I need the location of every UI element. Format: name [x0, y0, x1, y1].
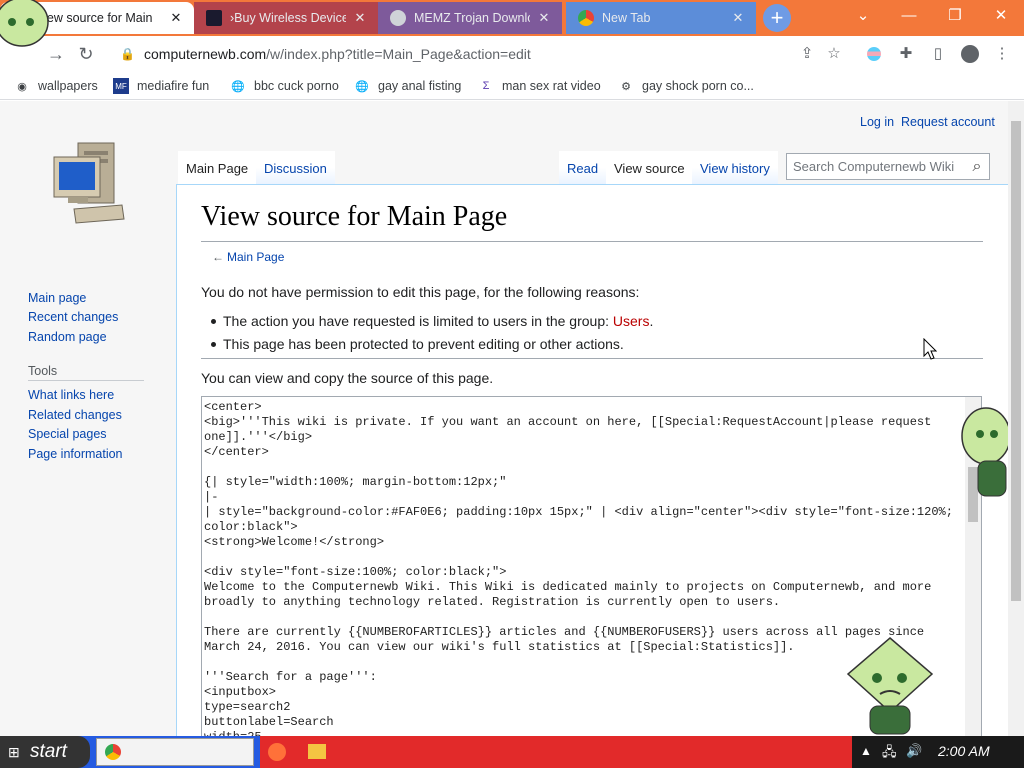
bookmark-rat-video[interactable]: Σman sex rat video [478, 77, 601, 95]
browser-toolbar: → ↻ 🔒 computernewb.com/w/index.php?title… [0, 36, 1024, 72]
tab-new-tab[interactable]: New Tab ✕ [566, 2, 756, 34]
site-icon: ⚙ [621, 80, 631, 93]
sidebar-item-random-page[interactable]: Random page [28, 330, 107, 344]
windows-logo-icon: ⊞ [8, 744, 20, 760]
page-scrollbar[interactable] [1008, 101, 1024, 736]
sidebar-item-page-information[interactable]: Page information [28, 447, 123, 461]
title-divider [201, 241, 983, 242]
users-group-link[interactable]: Users [613, 313, 650, 329]
tab-main-page[interactable]: Main Page [178, 151, 257, 184]
page-scroll-thumb[interactable] [1011, 121, 1021, 601]
globe-icon: ◉ [17, 80, 27, 93]
share-icon[interactable]: ⇪ [795, 42, 819, 66]
taskbar-chrome-window[interactable] [96, 738, 254, 766]
chrome-icon [105, 744, 121, 760]
lock-icon: 🔒 [120, 47, 135, 61]
profile-avatar[interactable] [958, 42, 982, 66]
bullet-icon [211, 319, 216, 324]
reload-icon[interactable]: ↻ [74, 42, 98, 66]
permission-text: You do not have permission to edit this … [201, 284, 640, 300]
back-arrow-icon: ← [212, 250, 224, 264]
bookmark-shock[interactable]: ⚙ gay shock porn co... [618, 77, 754, 95]
view-copy-text: You can view and copy the source of this… [201, 370, 494, 386]
tab-search-icon[interactable]: ⌄ [840, 0, 886, 30]
network-icon[interactable]: 🖧 [882, 743, 897, 765]
menu-icon[interactable]: ⋮ [990, 42, 1014, 66]
bookmarks-bar: ◉ wallpapers MF mediafire fun 🌐 bbc cuck po… [0, 72, 1024, 100]
page-title: View source for Main Page [201, 201, 508, 232]
globe-icon: 🌐 [231, 80, 245, 93]
reasons-divider [201, 358, 983, 359]
search-box: Search Computernewb Wiki ⌕ [786, 153, 990, 180]
close-window-button[interactable]: ✕ [978, 0, 1024, 30]
mouse-cursor-icon [923, 338, 937, 360]
chrome-icon [578, 10, 594, 26]
bookmark-star-icon[interactable]: ☆ [822, 42, 846, 66]
taskbar: ⊞ start ▲ 🖧 🔊 2:00 AM [0, 736, 1024, 768]
side-panel-icon[interactable]: ▯ [926, 42, 950, 66]
bullet-icon [211, 342, 216, 347]
peridot-sticker-side [961, 407, 1008, 497]
mediafire-icon: MF [113, 78, 129, 94]
shop-icon [206, 10, 222, 26]
backlink[interactable]: ← Main Page [212, 250, 284, 264]
tab-view-history[interactable]: View history [692, 151, 778, 184]
profile-flag-icon[interactable] [862, 42, 886, 66]
reason-groups: The action you have requested is limited… [223, 313, 654, 329]
bookmark-mediafire[interactable]: MF mediafire fun [113, 77, 209, 95]
tray-up-arrow-icon[interactable]: ▲ [860, 744, 872, 758]
tab-buy-wireless[interactable]: ›Buy Wireless Device ✕ [194, 2, 378, 34]
minimize-button[interactable]: — [886, 0, 932, 30]
close-tab-icon[interactable]: ✕ [352, 10, 368, 26]
taskbar-wallpaper-strip [260, 736, 950, 768]
new-tab-button[interactable]: + [763, 4, 791, 32]
peridot-sticker-corner [0, 0, 49, 47]
wiki-logo[interactable] [48, 139, 128, 229]
sigma-icon: Σ [482, 80, 490, 92]
tab-read[interactable]: Read [559, 151, 607, 184]
tab-view-source[interactable]: View source [606, 151, 693, 184]
sidebar-item-main-page[interactable]: Main page [28, 291, 86, 305]
search-icon[interactable]: ⌕ [965, 158, 989, 176]
bookmark-fisting[interactable]: 🌐 gay anal fisting [354, 77, 461, 95]
url-domain: computernewb.com [144, 46, 267, 62]
clock[interactable]: 2:00 AM [938, 743, 990, 759]
search-input[interactable]: Search Computernewb Wiki [787, 159, 965, 174]
reason-protected: This page has been protected to prevent … [223, 336, 624, 352]
sidebar-item-what-links-here[interactable]: What links here [28, 388, 114, 402]
request-account-link[interactable]: Request account [901, 115, 995, 129]
volume-icon[interactable]: 🔊 [906, 743, 922, 759]
folder-icon[interactable] [308, 744, 326, 759]
close-tab-icon[interactable]: ✕ [168, 10, 184, 26]
close-tab-icon[interactable]: ✕ [730, 10, 746, 26]
bookmark-bbc[interactable]: 🌐 bbc cuck porno [230, 77, 339, 95]
address-bar[interactable]: 🔒 computernewb.com/w/index.php?title=Mai… [106, 40, 890, 68]
wiki-page: Log in Request account Main page Recent … [0, 101, 1008, 736]
tab-memz-trojan[interactable]: MEMZ Trojan Downlo ✕ [378, 2, 562, 34]
firefox-icon[interactable] [268, 743, 286, 761]
start-button[interactable]: ⊞ start [0, 736, 90, 768]
bookmark-wallpapers[interactable]: ◉ wallpapers [14, 77, 98, 95]
login-link[interactable]: Log in [860, 115, 894, 129]
close-tab-icon[interactable]: ✕ [536, 10, 552, 26]
url-path: /w/index.php?title=Main_Page&action=edit [266, 46, 531, 62]
sidebar-item-related-changes[interactable]: Related changes [28, 408, 122, 422]
globe-icon: 🌐 [355, 80, 369, 93]
tab-discussion[interactable]: Discussion [256, 151, 335, 184]
tab-strip: View source for Main ✕ ›Buy Wireless Dev… [0, 0, 1024, 36]
sidebar-item-recent-changes[interactable]: Recent changes [28, 310, 118, 324]
restore-button[interactable]: ❐ [932, 0, 978, 30]
tools-divider [28, 380, 144, 381]
trojan-icon [390, 10, 406, 26]
extensions-icon[interactable]: ✚ [894, 42, 918, 66]
sidebar-item-special-pages[interactable]: Special pages [28, 427, 107, 441]
tools-heading: Tools [28, 364, 58, 378]
peridot-sticker-bottom [846, 637, 934, 735]
